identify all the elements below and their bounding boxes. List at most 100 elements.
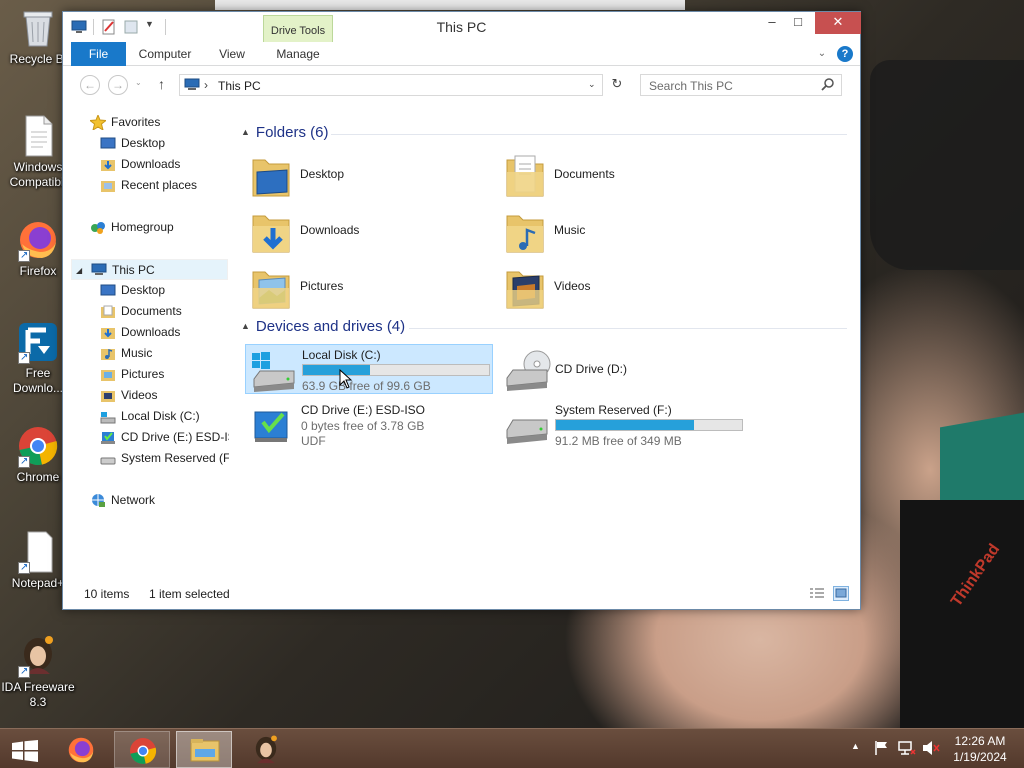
downloads-folder-icon (100, 157, 116, 172)
ida-icon (255, 735, 277, 764)
title-bar[interactable]: ▼ Drive Tools This PC – □ ✕ (63, 12, 861, 42)
large-icons-view-button[interactable] (833, 586, 849, 601)
nav-pc-local-disk-c[interactable]: Local Disk (C:) (63, 406, 229, 427)
maximize-button[interactable]: □ (785, 12, 811, 34)
hard-drive-icon (503, 404, 551, 448)
folder-music[interactable]: Music (497, 206, 737, 258)
hard-drive-icon (100, 451, 116, 466)
desktop-icon-ida-freeware[interactable]: IDA Freeware 8.3 (0, 634, 76, 710)
nav-pc-videos[interactable]: Videos (63, 385, 229, 406)
system-clock[interactable]: 12:26 AM 1/19/2024 (945, 733, 1015, 765)
breadcrumb-this-pc[interactable]: This PC (218, 79, 261, 93)
recent-locations-dropdown[interactable]: ⌄ (135, 78, 142, 87)
nav-label: Homegroup (111, 220, 174, 234)
nav-label: System Reserved (F:) (121, 451, 229, 465)
drive-cd-e-esd-iso[interactable]: CD Drive (E:) ESD-ISO 0 bytes free of 3.… (245, 400, 493, 450)
this-pc-icon (91, 263, 107, 278)
documents-folder-icon (505, 152, 545, 200)
ida-icon (16, 634, 60, 679)
forward-button[interactable]: → (108, 75, 128, 95)
nav-pc-documents[interactable]: Documents (63, 301, 229, 322)
folders-group-header[interactable]: ▲ Folders (6) (241, 124, 328, 144)
item-count: 10 items (84, 587, 130, 601)
nav-label: Downloads (121, 325, 181, 339)
minimize-button[interactable]: – (759, 12, 785, 34)
expand-arrow-icon[interactable]: ◢ (76, 260, 82, 279)
firefox-icon (68, 737, 94, 763)
address-dropdown-icon[interactable]: ⌄ (588, 79, 596, 90)
nav-favorites-downloads[interactable]: Downloads (63, 154, 229, 175)
nav-label: Pictures (121, 367, 165, 381)
nav-pc-pictures[interactable]: Pictures (63, 364, 229, 385)
tab-manage[interactable]: Manage (263, 42, 333, 66)
nav-pc-music[interactable]: Music (63, 343, 229, 364)
clock-date: 1/19/2024 (953, 750, 1007, 764)
taskbar: ▲ 12:26 AM 1/19/2024 (0, 728, 1024, 768)
expand-ribbon-icon[interactable]: ⌄ (815, 42, 829, 66)
folder-label: Downloads (300, 223, 360, 237)
flag-icon[interactable] (874, 740, 890, 759)
search-box[interactable]: Search This PC (640, 74, 842, 96)
show-hidden-icons-button[interactable]: ▲ (851, 741, 860, 751)
help-button[interactable]: ? (837, 46, 853, 62)
taskbar-firefox[interactable] (54, 731, 110, 768)
details-view-button[interactable] (809, 587, 825, 604)
refresh-button[interactable]: ↻ (607, 76, 627, 94)
drive-name: Local Disk (C:) (302, 348, 381, 362)
nav-pc-desktop[interactable]: Desktop (63, 280, 229, 301)
windows-drive-icon (250, 349, 298, 393)
nav-favorites-recent-places[interactable]: Recent places (63, 175, 229, 196)
nav-label: This PC (112, 263, 155, 277)
downloads-folder-icon (251, 208, 291, 256)
up-button[interactable]: ↑ (158, 76, 165, 92)
nav-network[interactable]: Network (63, 490, 229, 511)
folder-pictures[interactable]: Pictures (243, 262, 483, 314)
tab-view[interactable]: View (209, 42, 255, 66)
devices-group-header[interactable]: ▲ Devices and drives (4) (241, 318, 405, 338)
tab-file[interactable]: File (71, 42, 126, 66)
firefox-icon (16, 218, 60, 263)
folder-documents[interactable]: Documents (497, 150, 737, 202)
shortcut-arrow-icon (18, 248, 30, 263)
document-icon (16, 114, 60, 158)
nav-pc-system-reserved-f[interactable]: System Reserved (F:) (63, 448, 229, 469)
taskbar-file-explorer[interactable] (176, 731, 232, 768)
nav-favorites[interactable]: Favorites (63, 112, 229, 133)
network-icon[interactable] (898, 740, 916, 759)
notepad-icon (16, 530, 60, 575)
nav-label: CD Drive (E:) ESD-ISO (121, 430, 229, 444)
nav-label: Downloads (121, 157, 181, 171)
address-bar[interactable]: › This PC ⌄ (179, 74, 603, 96)
folder-videos[interactable]: Videos (497, 262, 737, 314)
nav-this-pc[interactable]: ◢ This PC (71, 259, 228, 280)
close-button[interactable]: ✕ (815, 12, 861, 34)
videos-folder-icon (505, 264, 545, 312)
nav-label: Desktop (121, 283, 166, 297)
drive-cd-d[interactable]: CD Drive (D:) (499, 344, 747, 394)
taskbar-ida[interactable] (238, 731, 294, 768)
folder-label: Pictures (300, 279, 344, 293)
pictures-folder-icon (251, 264, 291, 312)
nav-pc-cd-drive-e[interactable]: CD Drive (E:) ESD-ISO (63, 427, 229, 448)
volume-muted-icon[interactable] (922, 740, 940, 759)
nav-label: Music (121, 346, 153, 360)
videos-folder-icon (100, 388, 116, 403)
folder-label: Documents (554, 167, 615, 181)
nav-favorites-desktop[interactable]: Desktop (63, 133, 229, 154)
mouse-cursor (339, 368, 353, 392)
clock-time: 12:26 AM (954, 734, 1006, 748)
file-explorer-window: ▼ Drive Tools This PC – □ ✕ File Compute… (62, 11, 861, 610)
folder-desktop[interactable]: Desktop (243, 150, 483, 202)
start-button[interactable] (0, 731, 50, 768)
nav-pc-downloads[interactable]: Downloads (63, 322, 229, 343)
drive-local-disk-c[interactable]: Local Disk (C:) 63.9 GB free of 99.6 GB (245, 344, 493, 394)
drive-system-reserved-f[interactable]: System Reserved (F:) 91.2 MB free of 349… (499, 400, 747, 450)
music-folder-icon (505, 208, 545, 256)
taskbar-chrome[interactable] (114, 731, 170, 768)
desktop-icon-label: IDA Freeware 8.3 (1, 680, 75, 709)
folder-downloads[interactable]: Downloads (243, 206, 483, 258)
folder-label: Videos (554, 279, 591, 293)
tab-computer[interactable]: Computer (133, 42, 197, 66)
nav-homegroup[interactable]: Homegroup (63, 217, 229, 238)
back-button[interactable]: ← (80, 75, 100, 95)
